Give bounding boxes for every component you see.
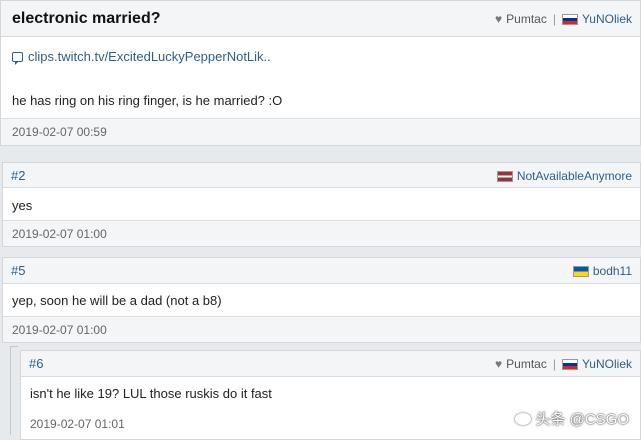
twitch-chat-icon — [12, 51, 23, 65]
reply-author[interactable]: NotAvailableAnymore — [517, 169, 632, 183]
watermark-text: 头条 @CSGO — [535, 411, 629, 428]
reply-date: 2019-02-07 01:01 — [30, 417, 125, 431]
thread-post: electronic married? ♥ Pumtac | YuNOliek … — [0, 0, 641, 146]
watermark-logo-icon — [515, 412, 532, 425]
thread-meta: ♥ Pumtac | YuNOliek — [495, 12, 632, 26]
reply-header: #2 NotAvailableAnymore — [3, 163, 640, 188]
reply-number[interactable]: #2 — [11, 168, 25, 183]
author-name[interactable]: YuNOliek — [582, 12, 632, 26]
reply-post: #5 bodh11 yep, soon he will be a dad (no… — [2, 257, 641, 343]
russia-flag-icon — [561, 358, 578, 370]
heart-icon: ♥ — [495, 12, 503, 26]
thread-header: electronic married? ♥ Pumtac | YuNOliek — [1, 1, 640, 37]
reply-number[interactable]: #6 — [29, 356, 43, 371]
author-tag[interactable]: Pumtac — [506, 357, 547, 371]
reply-body: isn't he like 19? LUL those ruskis do it… — [30, 386, 272, 401]
author-tag[interactable]: Pumtac — [506, 12, 547, 26]
nested-reply-indicator — [10, 346, 18, 435]
reply-meta: ♥ Pumtac | YuNOliek — [495, 357, 632, 371]
reply-author[interactable]: bodh11 — [593, 264, 632, 278]
latvia-flag-icon — [496, 170, 513, 182]
russia-flag-icon — [561, 13, 578, 25]
reply-body: yep, soon he will be a dad (not a b8) — [12, 293, 222, 308]
post-date: 2019-02-07 00:59 — [12, 125, 107, 139]
reply-date: 2019-02-07 01:00 — [12, 323, 107, 337]
reply-meta: NotAvailableAnymore — [496, 169, 632, 183]
meta-separator: | — [552, 12, 556, 26]
reply-body: yes — [12, 198, 33, 213]
reply-meta: bodh11 — [572, 264, 632, 278]
reply-post: #2 NotAvailableAnymore yes 2019-02-07 01… — [2, 162, 641, 247]
reply-footer: 2019-02-07 01:00 — [3, 220, 640, 246]
thread-title: electronic married? — [12, 10, 161, 27]
ukraine-flag-icon — [572, 265, 589, 277]
reply-header: #6 ♥ Pumtac | YuNOliek — [21, 351, 640, 377]
reply-footer: 2019-02-07 01:00 — [3, 316, 640, 342]
clip-link-text[interactable]: clips.twitch.tv/ExcitedLuckyPepperNotLik… — [28, 49, 271, 64]
reply-header: #5 bodh11 — [3, 258, 640, 284]
post-body: he has ring on his ring finger, is he ma… — [12, 93, 283, 108]
heart-icon: ♥ — [495, 357, 503, 371]
reply-date: 2019-02-07 01:00 — [12, 227, 107, 241]
reply-number[interactable]: #5 — [11, 263, 25, 278]
watermark: 头条 @CSGO — [515, 408, 629, 429]
clip-link[interactable]: clips.twitch.tv/ExcitedLuckyPepperNotLik… — [12, 49, 271, 65]
post-footer: 2019-02-07 00:59 — [1, 118, 640, 145]
meta-separator: | — [552, 357, 556, 371]
reply-author[interactable]: YuNOliek — [582, 357, 632, 371]
